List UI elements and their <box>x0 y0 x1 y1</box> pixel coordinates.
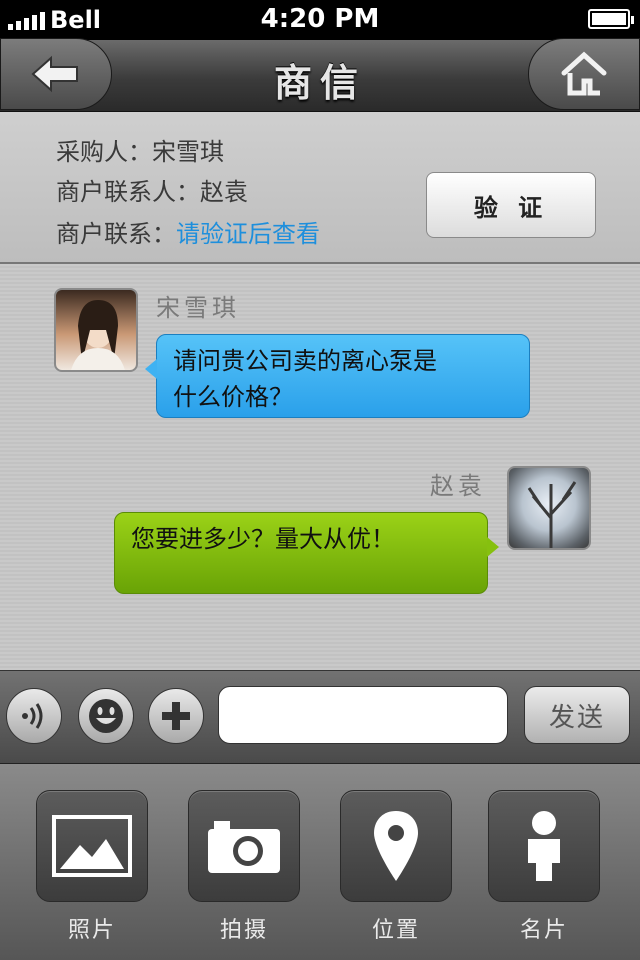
camera-tool[interactable]: 拍摄 <box>188 790 300 944</box>
message-text: 请问贵公司卖的离心泵是 <box>173 347 437 375</box>
buyer-row: 采购人：宋雪琪 <box>56 132 224 167</box>
location-label: 位置 <box>371 918 420 943</box>
message-bubble-outgoing[interactable]: 您要进多少？量大从优！ <box>114 512 499 594</box>
location-pin-icon <box>374 811 418 881</box>
verify-to-view-link[interactable]: 请验证后查看 <box>176 220 320 248</box>
business-card-tool[interactable]: 名片 <box>488 790 600 944</box>
avatar[interactable] <box>507 466 591 550</box>
location-tile[interactable] <box>340 790 452 902</box>
home-button[interactable] <box>528 38 640 110</box>
location-tool[interactable]: 位置 <box>340 790 452 944</box>
business-card-tile[interactable] <box>488 790 600 902</box>
home-icon <box>561 51 607 96</box>
voice-button[interactable] <box>6 688 62 744</box>
status-bar: Bell 4:20 PM <box>0 0 640 40</box>
message-input-bar: 发送 <box>0 670 640 764</box>
contact-row: 商户联系：请验证后查看 <box>56 214 320 249</box>
voice-icon <box>22 703 43 729</box>
photo-tile[interactable] <box>36 790 148 902</box>
photo-icon <box>52 815 132 877</box>
verify-button[interactable]: 验 证 <box>426 172 596 238</box>
contact-person-name: 赵袁 <box>200 178 248 206</box>
sender-name: 赵袁 <box>430 472 486 500</box>
battery-icon <box>588 9 634 29</box>
message-input[interactable] <box>218 686 508 744</box>
camera-label: 拍摄 <box>219 918 268 943</box>
contact-label: 商户联系： <box>56 220 176 248</box>
photo-tool[interactable]: 照片 <box>36 790 148 944</box>
buyer-name: 宋雪琪 <box>152 138 224 166</box>
tree-photo-icon <box>527 481 577 548</box>
camera-icon <box>208 821 280 873</box>
attachment-tool-panel: 照片 拍摄 位置 名片 <box>0 764 640 960</box>
user-portrait-icon <box>71 300 125 370</box>
buyer-label: 采购人： <box>56 138 152 166</box>
message-text: 您要进多少？量大从优！ <box>131 525 395 553</box>
sender-name: 宋雪琪 <box>156 294 240 322</box>
plus-button[interactable] <box>148 688 204 744</box>
status-time: 4:20 PM <box>260 4 380 34</box>
emoji-icon <box>89 699 123 733</box>
send-button[interactable]: 发送 <box>524 686 630 744</box>
camera-tile[interactable] <box>188 790 300 902</box>
plus-icon <box>162 702 190 730</box>
message-bubble-incoming[interactable]: 请问贵公司卖的离心泵是 什么价格？ <box>145 334 530 418</box>
person-card-icon <box>528 811 560 881</box>
message-text: 什么价格？ <box>173 383 293 411</box>
contact-person-row: 商户联系人：赵袁 <box>56 172 248 207</box>
navigation-bar: 商信 <box>0 38 640 112</box>
avatar[interactable] <box>54 288 138 372</box>
contact-info-panel: 采购人：宋雪琪 商户联系人：赵袁 商户联系：请验证后查看 验 证 <box>0 112 640 264</box>
photo-label: 照片 <box>67 918 116 943</box>
business-card-label: 名片 <box>519 918 568 943</box>
chat-area[interactable]: 宋雪琪 请问贵公司卖的离心泵是 什么价格？ 赵袁 您要进多少？量大从优！ <box>0 264 640 670</box>
contact-person-label: 商户联系人： <box>56 178 200 206</box>
emoji-button[interactable] <box>78 688 134 744</box>
